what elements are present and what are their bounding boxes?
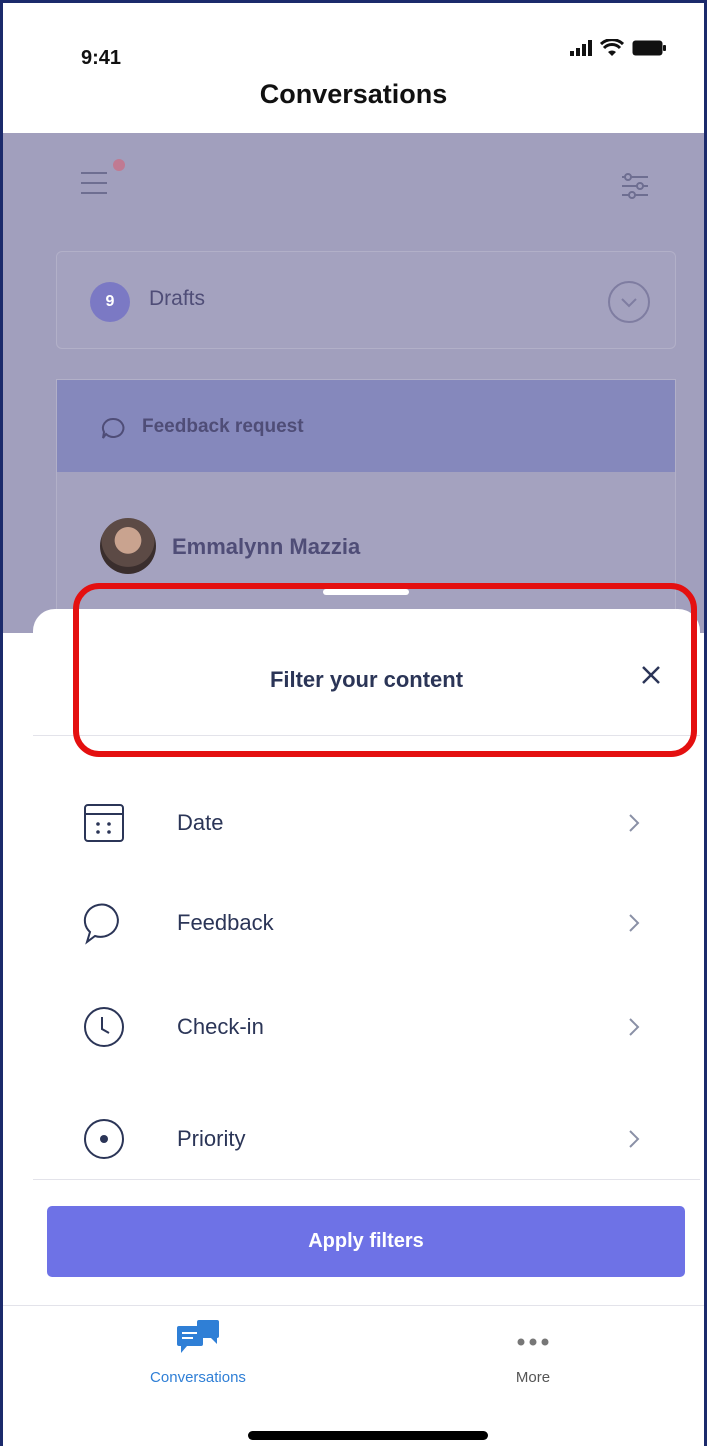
notification-dot bbox=[113, 159, 125, 171]
divider bbox=[33, 1179, 700, 1180]
chevron-right-icon bbox=[629, 1130, 640, 1148]
bottom-tab-bar: Conversations More bbox=[3, 1305, 704, 1446]
apply-filters-button[interactable]: Apply filters bbox=[47, 1206, 685, 1277]
drafts-card[interactable]: 9 Drafts bbox=[56, 251, 676, 349]
calendar-icon bbox=[84, 804, 124, 842]
filter-item-feedback[interactable]: Feedback bbox=[33, 883, 700, 963]
signal-icon bbox=[570, 40, 592, 56]
feedback-request-label: Feedback request bbox=[142, 416, 304, 437]
home-indicator bbox=[248, 1431, 488, 1440]
speech-bubble-icon bbox=[101, 417, 125, 439]
status-icons bbox=[570, 39, 666, 57]
tab-label: Conversations bbox=[150, 1369, 246, 1386]
filter-item-priority[interactable]: Priority bbox=[33, 1099, 700, 1179]
feedback-card-header: Feedback request bbox=[57, 380, 675, 472]
status-time: 9:41 bbox=[81, 47, 122, 69]
clock-icon bbox=[84, 1007, 124, 1047]
filter-item-label: Date bbox=[177, 810, 224, 835]
filter-item-label: Feedback bbox=[177, 910, 274, 935]
tab-more[interactable]: More bbox=[433, 1320, 633, 1386]
chevron-right-icon bbox=[629, 814, 640, 832]
drafts-count-badge: 9 bbox=[90, 282, 130, 322]
wifi-icon bbox=[600, 39, 624, 56]
tab-conversations[interactable]: Conversations bbox=[98, 1320, 298, 1386]
chevron-right-icon bbox=[629, 914, 640, 932]
phone-frame: 9:41 Conversations 9 Drafts Feedback req… bbox=[0, 0, 707, 1446]
chat-bubbles-icon bbox=[177, 1320, 219, 1353]
chevron-down-icon[interactable] bbox=[608, 281, 650, 323]
highlight-annotation bbox=[73, 583, 697, 757]
filter-item-label: Check-in bbox=[177, 1014, 264, 1039]
person-name: Emmalynn Mazzia bbox=[172, 534, 361, 559]
more-dots-icon bbox=[517, 1338, 549, 1346]
filter-item-date[interactable]: Date bbox=[33, 783, 700, 863]
battery-icon bbox=[632, 40, 666, 56]
filter-settings-icon[interactable] bbox=[620, 171, 650, 201]
filter-item-check-in[interactable]: Check-in bbox=[33, 987, 700, 1067]
drafts-label: Drafts bbox=[149, 287, 206, 310]
avatar bbox=[100, 518, 156, 574]
filter-item-label: Priority bbox=[177, 1126, 246, 1151]
page-title: Conversations bbox=[259, 79, 448, 109]
chevron-right-icon bbox=[629, 1018, 640, 1036]
menu-icon[interactable] bbox=[81, 168, 113, 200]
target-dot-icon bbox=[84, 1119, 124, 1159]
speech-bubble-icon bbox=[83, 903, 119, 945]
tab-label: More bbox=[515, 1369, 551, 1386]
